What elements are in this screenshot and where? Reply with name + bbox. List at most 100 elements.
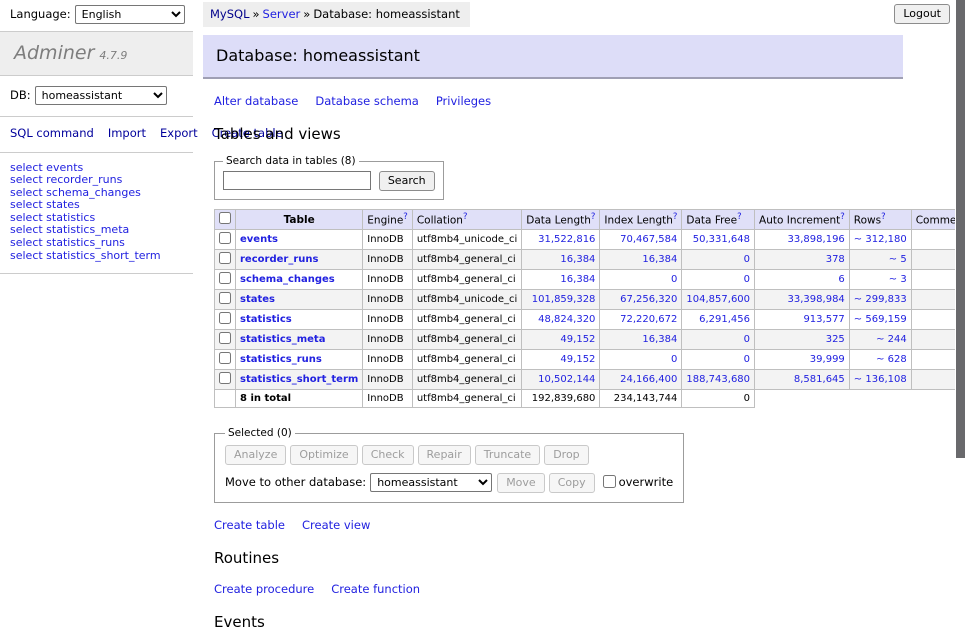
cell-data-length: 10,502,144 <box>522 370 600 390</box>
help-link-collation[interactable]: ? <box>463 212 468 222</box>
language-select[interactable]: English <box>75 5 185 24</box>
table-link-statistics_runs[interactable]: statistics_runs <box>240 354 322 365</box>
table-row-statistics_runs: statistics_runsInnoDButf8mb4_general_ci4… <box>215 350 966 370</box>
column-header-collation: Collation? <box>412 210 521 230</box>
cell-data-length: 48,824,320 <box>522 310 600 330</box>
help-marker: ? <box>737 212 742 222</box>
help-marker: ? <box>840 212 845 222</box>
scrollbar-thumb[interactable] <box>956 0 965 458</box>
move-row: Move to other database:homeassistantMove… <box>225 473 673 493</box>
link-alter-database[interactable]: Alter database <box>214 94 298 108</box>
row-checkbox-statistics_meta[interactable] <box>219 332 231 344</box>
cell-collation: utf8mb4_general_ci <box>412 310 521 330</box>
analyze-button[interactable]: Analyze <box>225 445 286 465</box>
cell-collation: utf8mb4_general_ci <box>412 370 521 390</box>
table-link-statistics_short_term[interactable]: statistics_short_term <box>240 374 358 385</box>
link-create-function[interactable]: Create function <box>331 582 420 596</box>
optimize-button[interactable]: Optimize <box>290 445 357 465</box>
table-row-events: eventsInnoDButf8mb4_unicode_ci31,522,816… <box>215 230 966 250</box>
sidebar-link-sql-command[interactable]: SQL command <box>10 126 94 140</box>
table-link-events[interactable]: events <box>240 234 278 245</box>
cell-data-length: 16,384 <box>522 270 600 290</box>
table-link-states[interactable]: states <box>240 294 275 305</box>
row-checkbox-statistics[interactable] <box>219 312 231 324</box>
table-row-statistics_short_term: statistics_short_term InnoDButf8mb4_gener… <box>215 370 966 390</box>
truncate-button[interactable]: Truncate <box>475 445 540 465</box>
help-link-index-length[interactable]: ? <box>673 212 678 222</box>
search-button[interactable]: Search <box>379 171 435 191</box>
move-button[interactable]: Move <box>497 473 545 493</box>
link-create-procedure[interactable]: Create procedure <box>214 582 314 596</box>
check-button[interactable]: Check <box>362 445 414 465</box>
cell-collation: utf8mb4_unicode_ci <box>412 290 521 310</box>
total-data-length: 192,839,680 <box>522 390 600 408</box>
help-link-data-free[interactable]: ? <box>737 212 742 222</box>
cell-auto-increment: 33,898,196 <box>755 230 850 250</box>
overwrite-checkbox[interactable] <box>603 475 616 488</box>
breadcrumb-separator: » <box>253 7 260 21</box>
scrollbar[interactable] <box>955 0 966 543</box>
copy-button[interactable]: Copy <box>549 473 595 493</box>
cell-data-length: 49,152 <box>522 330 600 350</box>
cell-auto-increment: 378 <box>755 250 850 270</box>
help-link-engine[interactable]: ? <box>403 212 408 222</box>
cell-table-name: recorder_runs <box>236 250 363 270</box>
main-content: MySQL»Server»Database: homeassistant Dat… <box>203 0 903 631</box>
table-link-statistics[interactable]: statistics <box>240 314 292 325</box>
table-row-statistics_meta: statistics_metaInnoDButf8mb4_general_ci4… <box>215 330 966 350</box>
table-link-statistics_meta[interactable]: statistics_meta <box>240 334 325 345</box>
table-link-schema_changes[interactable]: schema_changes <box>240 274 335 285</box>
move-db-select[interactable]: homeassistant <box>370 473 492 492</box>
tables-list-table: TableEngine?Collation?Data Length?Index … <box>214 209 966 408</box>
cell-data-free: 50,331,648 <box>682 230 755 250</box>
select-all-cell <box>215 210 236 230</box>
sidebar-link-export[interactable]: Export <box>160 126 198 140</box>
row-checkbox-events[interactable] <box>219 232 231 244</box>
cell-data-length: 31,522,816 <box>522 230 600 250</box>
cell-collation: utf8mb4_general_ci <box>412 350 521 370</box>
sidebar-select-statistics_runs[interactable]: select statistics_runs <box>10 237 183 250</box>
table-row-states: statesInnoDButf8mb4_unicode_ci101,859,32… <box>215 290 966 310</box>
sidebar-select-recorder_runs[interactable]: select recorder_runs <box>10 174 183 187</box>
language-row: Language:English <box>0 0 193 32</box>
row-check-cell <box>215 230 236 250</box>
cell-index-length: 0 <box>600 350 682 370</box>
breadcrumb-server[interactable]: Server <box>263 7 301 21</box>
help-link-auto-increment[interactable]: ? <box>840 212 845 222</box>
drop-button[interactable]: Drop <box>544 445 588 465</box>
cell-engine: InnoDB <box>363 370 413 390</box>
row-checkbox-recorder_runs[interactable] <box>219 252 231 264</box>
total-empty-cell <box>755 390 850 408</box>
sidebar-link-import[interactable]: Import <box>108 126 146 140</box>
link-privileges[interactable]: Privileges <box>436 94 491 108</box>
cell-rows: ~ 628 <box>849 350 911 370</box>
row-check-cell <box>215 290 236 310</box>
column-header-data-free: Data Free? <box>682 210 755 230</box>
sidebar-select-states[interactable]: select states <box>10 199 183 212</box>
help-link-rows[interactable]: ? <box>881 212 886 222</box>
help-marker: ? <box>591 212 596 222</box>
cell-table-name: states <box>236 290 363 310</box>
cell-data-free: 104,857,600 <box>682 290 755 310</box>
db-nav-links: Alter database Database schema Privileges <box>214 94 903 108</box>
link-create-table[interactable]: Create table <box>214 518 285 532</box>
select-all-checkbox[interactable] <box>219 212 231 224</box>
row-checkbox-statistics_short_term[interactable] <box>219 372 231 384</box>
repair-button[interactable]: Repair <box>418 445 471 465</box>
events-heading: Events <box>214 613 903 631</box>
breadcrumb: MySQL»Server»Database: homeassistant <box>203 2 470 27</box>
search-input[interactable] <box>223 171 371 190</box>
row-checkbox-states[interactable] <box>219 292 231 304</box>
cell-collation: utf8mb4_general_ci <box>412 330 521 350</box>
db-select[interactable]: homeassistant <box>35 86 167 105</box>
cell-auto-increment: 325 <box>755 330 850 350</box>
help-link-data-length[interactable]: ? <box>591 212 596 222</box>
cell-data-free: 0 <box>682 350 755 370</box>
row-checkbox-schema_changes[interactable] <box>219 272 231 284</box>
link-create-view[interactable]: Create view <box>302 518 370 532</box>
breadcrumb-mysql[interactable]: MySQL <box>210 7 250 21</box>
link-database-schema[interactable]: Database schema <box>315 94 418 108</box>
row-checkbox-statistics_runs[interactable] <box>219 352 231 364</box>
sidebar-select-statistics_short_term[interactable]: select statistics_short_term <box>10 250 183 263</box>
table-link-recorder_runs[interactable]: recorder_runs <box>240 254 318 265</box>
